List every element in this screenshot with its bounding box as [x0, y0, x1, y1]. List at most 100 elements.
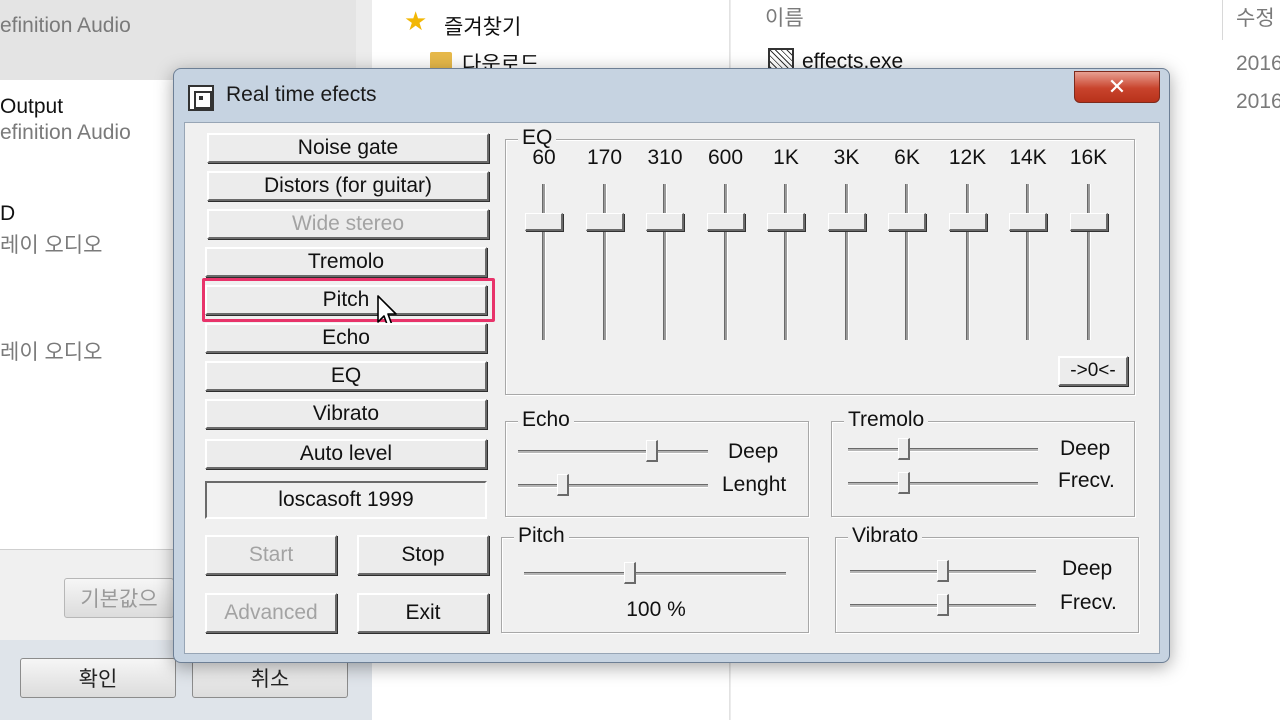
eq-band-1k: 1K [758, 146, 814, 356]
eq-slider-thumb[interactable] [585, 213, 624, 231]
eq-slider-track[interactable] [965, 184, 970, 340]
eq-slider-track[interactable] [602, 184, 607, 340]
eq-band-12k: 12K [940, 146, 996, 356]
noise-gate-button[interactable]: Noise gate [207, 133, 489, 163]
eq-slider-track[interactable] [663, 184, 667, 340]
stop-button[interactable]: Stop [357, 535, 489, 575]
echo-deep-slider[interactable] [518, 440, 708, 464]
pitch-group: Pitch 100 % [501, 524, 809, 633]
slider-thumb[interactable] [937, 560, 949, 582]
wide-stereo-button[interactable]: Wide stereo [207, 209, 489, 239]
echo-length-slider[interactable] [518, 474, 708, 498]
column-header-modified[interactable]: 수정 [1236, 2, 1275, 32]
column-header-name[interactable]: 이름 [765, 2, 804, 32]
eq-slider-track[interactable] [1086, 184, 1091, 340]
vibrato-frequency-label: Frecv. [1060, 591, 1117, 614]
eq-band-3k: 3K [819, 146, 875, 356]
app-icon [188, 85, 214, 111]
exit-button[interactable]: Exit [357, 593, 489, 633]
eq-band-label: 600 [707, 146, 744, 169]
eq-slider-track[interactable] [905, 184, 909, 340]
device-description: efinition Audio [0, 14, 131, 37]
eq-band-16k: 16K [1061, 146, 1117, 356]
eq-reset-button[interactable]: ->0<- [1058, 356, 1128, 386]
close-button[interactable]: ✕ [1074, 71, 1160, 103]
real-time-effects-window: Real time efects ✕ Noise gate Distors (f… [173, 68, 1170, 663]
echo-length-label: Lenght [722, 473, 787, 496]
window-title: Real time efects [226, 83, 377, 106]
slider-thumb[interactable] [898, 472, 910, 494]
eq-band-label: 3K [833, 146, 860, 169]
device-description: efinition Audio [0, 121, 131, 144]
distortion-button[interactable]: Distors (for guitar) [207, 171, 489, 201]
device-name[interactable]: Output [0, 95, 63, 119]
eq-slider-thumb[interactable] [767, 213, 805, 231]
eq-group: EQ 60 170 310 600 1K 3K 6K 12K 14K 16K ->0<- [505, 126, 1135, 395]
eq-slider-thumb[interactable] [1069, 213, 1108, 231]
eq-band-170: 170 [577, 146, 633, 356]
slider-track[interactable] [518, 450, 708, 454]
vibrato-group-title: Vibrato [848, 524, 923, 548]
title-bar[interactable]: Real time efects ✕ [174, 69, 1169, 121]
favorites-star-icon: ★ [404, 6, 428, 36]
nav-favorites[interactable]: 즐겨찾기 [444, 11, 521, 41]
vibrato-deep-slider[interactable] [850, 560, 1036, 584]
eq-slider-thumb[interactable] [525, 213, 563, 231]
auto-level-button[interactable]: Auto level [205, 439, 487, 469]
eq-band-label: 14K [1009, 146, 1047, 169]
pitch-button-highlight [202, 278, 495, 322]
slider-track[interactable] [848, 448, 1038, 452]
eq-slider-thumb[interactable] [948, 213, 987, 231]
tremolo-button[interactable]: Tremolo [205, 247, 487, 277]
slider-thumb[interactable] [937, 594, 949, 616]
slider-track[interactable] [848, 482, 1038, 486]
advanced-button[interactable]: Advanced [205, 593, 337, 633]
eq-band-label: 12K [948, 146, 987, 169]
eq-band-label: 310 [647, 146, 683, 169]
eq-button[interactable]: EQ [205, 361, 487, 391]
set-default-button[interactable]: 기본값으 [64, 578, 174, 618]
eq-slider-thumb[interactable] [827, 213, 866, 231]
eq-band-310: 310 [637, 146, 693, 356]
eq-slider-track[interactable] [844, 184, 849, 340]
eq-slider-track[interactable] [723, 184, 728, 340]
file-modified-date: 2016 [1236, 90, 1280, 113]
eq-slider-thumb[interactable] [888, 213, 926, 231]
eq-band-label: 60 [532, 146, 556, 169]
echo-group: Echo Deep Lenght [505, 408, 809, 517]
cancel-button[interactable]: 취소 [192, 658, 348, 698]
vibrato-deep-label: Deep [1062, 557, 1113, 580]
tremolo-frequency-slider[interactable] [848, 472, 1038, 496]
pitch-slider[interactable] [524, 562, 786, 586]
slider-track[interactable] [518, 484, 708, 488]
tremolo-group-title: Tremolo [844, 408, 929, 432]
eq-slider-track[interactable] [542, 184, 546, 340]
echo-button[interactable]: Echo [205, 323, 487, 353]
column-divider[interactable] [1222, 0, 1223, 40]
slider-thumb[interactable] [624, 562, 636, 584]
eq-slider-thumb[interactable] [646, 213, 684, 231]
eq-band-60: 60 [516, 146, 572, 356]
close-icon: ✕ [1107, 74, 1127, 99]
echo-deep-label: Deep [728, 440, 779, 463]
eq-slider-track[interactable] [1026, 184, 1030, 340]
slider-thumb[interactable] [898, 438, 910, 460]
eq-band-label: 16K [1069, 146, 1108, 169]
slider-track[interactable] [524, 572, 786, 576]
eq-band-label: 170 [586, 146, 623, 169]
slider-thumb[interactable] [557, 474, 569, 496]
pitch-value: 100 % [626, 598, 686, 621]
eq-slider-thumb[interactable] [1009, 213, 1047, 231]
ok-button[interactable]: 확인 [20, 658, 176, 698]
eq-slider-thumb[interactable] [706, 213, 745, 231]
vibrato-frequency-slider[interactable] [850, 594, 1036, 618]
start-button[interactable]: Start [205, 535, 337, 575]
vibrato-group: Vibrato Deep Frecv. [835, 524, 1139, 633]
device-description: 레이 오디오 [0, 234, 103, 257]
vibrato-button[interactable]: Vibrato [205, 399, 487, 429]
eq-slider-track[interactable] [784, 184, 788, 340]
device-name[interactable]: D [0, 202, 15, 226]
tremolo-frequency-label: Frecv. [1058, 469, 1115, 492]
slider-thumb[interactable] [646, 440, 658, 462]
tremolo-deep-slider[interactable] [848, 438, 1038, 462]
